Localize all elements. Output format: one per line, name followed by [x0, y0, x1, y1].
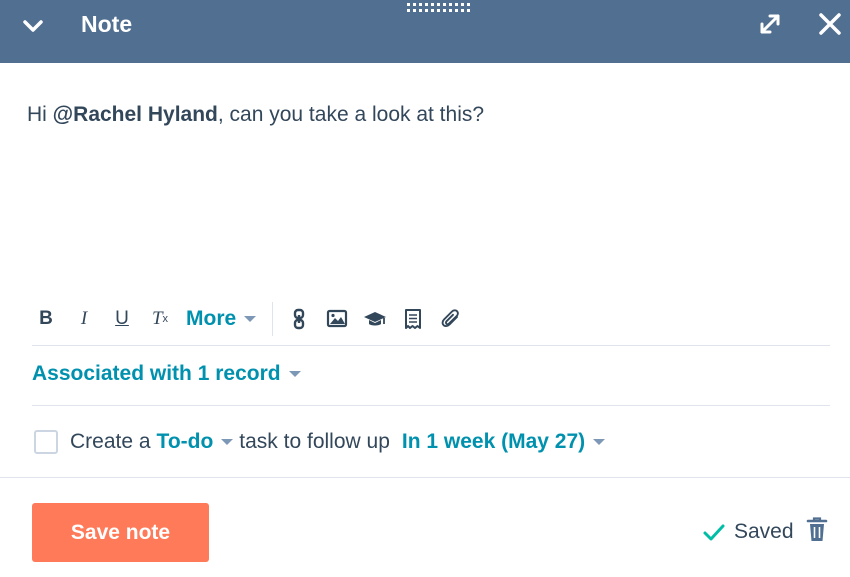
drag-handle-icon[interactable]: [406, 0, 474, 12]
task-text-middle: task to follow up: [239, 430, 390, 453]
link-icon[interactable]: [287, 306, 311, 332]
saved-label: Saved: [734, 520, 794, 543]
caret-down-icon: [221, 439, 234, 445]
body-prefix: Hi: [27, 103, 53, 126]
bold-button[interactable]: B: [36, 306, 56, 332]
association-divider: [32, 405, 830, 406]
save-note-button[interactable]: Save note: [32, 503, 209, 562]
note-header: Note: [0, 0, 850, 63]
underline-button[interactable]: U: [112, 306, 132, 332]
close-icon[interactable]: [818, 12, 842, 36]
association-dropdown[interactable]: Associated with 1 record: [32, 362, 301, 386]
document-icon[interactable]: [401, 306, 425, 332]
chevron-down-icon[interactable]: [18, 14, 48, 38]
follow-up-checkbox[interactable]: [34, 430, 58, 454]
association-label: Associated with 1 record: [32, 362, 281, 385]
check-icon: [702, 520, 726, 544]
caret-down-icon: [288, 371, 301, 377]
clear-format-button[interactable]: Tx: [149, 306, 171, 332]
attachment-icon[interactable]: [439, 306, 463, 332]
clear-format-sub: x: [162, 313, 169, 325]
body-suffix: , can you take a look at this?: [217, 103, 485, 126]
clear-format-label: T: [151, 308, 163, 329]
saved-status: Saved: [702, 518, 794, 546]
format-toolbar: B I U Tx More: [32, 302, 832, 336]
mention-tag[interactable]: @Rachel Hyland: [53, 103, 218, 126]
caret-down-icon: [593, 439, 606, 445]
task-due-label: In 1 week (May 27): [401, 430, 586, 453]
task-type-dropdown[interactable]: To-do: [157, 430, 234, 454]
note-body[interactable]: Hi @Rachel Hyland, can you take a look a…: [27, 103, 484, 127]
caret-down-icon: [244, 316, 257, 322]
task-due-dropdown[interactable]: In 1 week (May 27): [401, 430, 606, 454]
image-icon[interactable]: [325, 306, 349, 332]
trash-icon[interactable]: [805, 516, 829, 544]
follow-up-task-row: Create a To-do task to follow up In 1 we…: [34, 428, 606, 456]
note-title: Note: [81, 11, 133, 37]
footer-divider: [0, 477, 850, 478]
knowledge-base-icon[interactable]: [363, 306, 387, 332]
toolbar-divider: [32, 345, 830, 346]
task-type-label: To-do: [156, 430, 214, 453]
toolbar-separator: [272, 302, 273, 336]
more-label: More: [186, 307, 237, 330]
task-text-before: Create a: [70, 430, 151, 453]
italic-button[interactable]: I: [74, 306, 94, 332]
expand-icon[interactable]: [758, 12, 782, 36]
more-dropdown[interactable]: More: [186, 306, 266, 332]
